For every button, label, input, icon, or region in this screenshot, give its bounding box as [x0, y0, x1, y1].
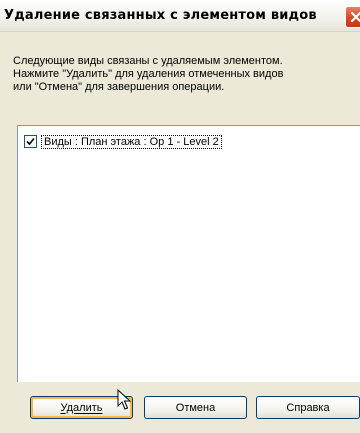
dialog-window: Удаление связанных с элементом видов Сле… [0, 0, 360, 433]
delete-button-label: Удалить [60, 401, 103, 414]
list-item[interactable]: Виды : План этажа : Op 1 - Level 2 [24, 134, 222, 149]
close-button[interactable] [345, 6, 360, 28]
help-button-label: Справка [286, 401, 330, 414]
list-item-label: Виды : План этажа : Op 1 - Level 2 [41, 134, 222, 149]
view-checkbox[interactable] [24, 135, 37, 148]
cancel-button[interactable]: Отмена [144, 396, 247, 419]
dialog-message: Следующие виды связаны с удаляемым элеме… [13, 55, 284, 93]
mouse-pointer-icon [117, 389, 131, 410]
window-title: Удаление связанных с элементом видов [4, 8, 317, 23]
close-icon [350, 11, 360, 23]
cancel-button-label: Отмена [175, 401, 216, 414]
checkmark-icon [26, 137, 35, 146]
views-listbox[interactable]: Виды : План этажа : Op 1 - Level 2 [17, 125, 360, 382]
help-button[interactable]: Справка [256, 396, 360, 419]
title-bar[interactable]: Удаление связанных с элементом видов [0, 0, 360, 32]
